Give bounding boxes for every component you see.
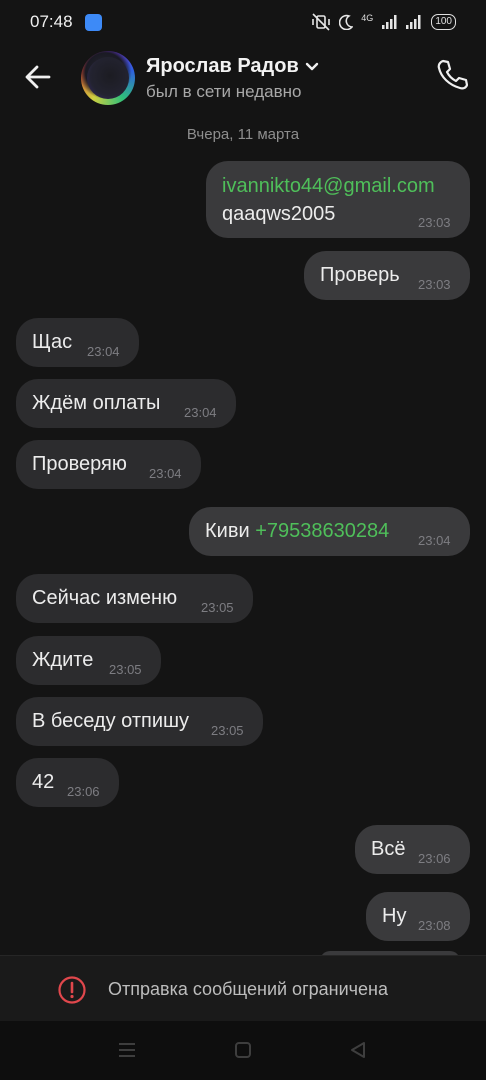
date-separator: Вчера, 11 марта bbox=[186, 126, 300, 143]
menu-icon[interactable] bbox=[117, 1040, 137, 1060]
message-time: 23:08 bbox=[418, 918, 451, 933]
message-time: 23:04 bbox=[418, 533, 451, 548]
message-time: 23:06 bbox=[67, 784, 100, 799]
message-text: Проверяю bbox=[32, 453, 127, 475]
back-arrow-icon[interactable] bbox=[22, 61, 54, 93]
chat-header: Ярослав Радов был в сети недавно bbox=[0, 46, 486, 116]
message-bubble-in[interactable]: 42 23:06 bbox=[16, 758, 119, 807]
status-icons: 4G 100 bbox=[311, 13, 456, 31]
messaging-restricted-bar: Отправка сообщений ограничена bbox=[0, 955, 486, 1022]
message-text: Ну bbox=[382, 905, 407, 927]
message-bubble-out[interactable]: Всё 23:06 bbox=[355, 825, 470, 874]
avatar-image bbox=[87, 57, 129, 99]
system-nav-bar bbox=[0, 1021, 486, 1080]
message-bubble-out[interactable]: Киви +79538630284 23:04 bbox=[189, 507, 470, 556]
message-bubble-in[interactable]: Проверяю 23:04 bbox=[16, 440, 201, 489]
message-text: Щас bbox=[32, 331, 73, 353]
message-time: 23:03 bbox=[418, 215, 451, 230]
message-time: 23:03 bbox=[418, 277, 451, 292]
message-text-prefix: Киви bbox=[205, 520, 256, 542]
vibrate-off-icon bbox=[312, 13, 331, 31]
signal-icon-2 bbox=[406, 15, 421, 29]
back-triangle-icon[interactable] bbox=[348, 1040, 368, 1060]
message-text: Сейчас изменю bbox=[32, 587, 178, 609]
message-text: Киви +79538630284 bbox=[205, 520, 389, 543]
message-time: 23:04 bbox=[87, 344, 120, 359]
message-text: В беседу отпишу bbox=[32, 710, 190, 732]
message-time: 23:05 bbox=[211, 723, 244, 738]
message-bubble-in[interactable]: Ждите 23:05 bbox=[16, 636, 161, 685]
avatar[interactable] bbox=[81, 51, 135, 105]
message-time: 23:04 bbox=[184, 405, 217, 420]
message-bubble-out[interactable]: Проверь 23:03 bbox=[304, 251, 470, 300]
message-time: 23:05 bbox=[109, 662, 142, 677]
message-text: Ждём оплаты bbox=[32, 392, 161, 414]
message-link[interactable]: ivannikto44@gmail.com bbox=[222, 175, 435, 198]
network-type: 4G bbox=[361, 13, 374, 23]
chevron-down-icon bbox=[305, 62, 318, 70]
message-time: 23:05 bbox=[201, 600, 234, 615]
message-time: 23:06 bbox=[418, 851, 451, 866]
warning-circle-icon bbox=[58, 976, 86, 1004]
message-bubble-in[interactable]: Ждём оплаты 23:04 bbox=[16, 379, 236, 428]
signal-icon bbox=[382, 15, 397, 29]
status-bar: 07:48 4G 100 bbox=[0, 0, 486, 46]
message-bubble-in[interactable]: Щас 23:04 bbox=[16, 318, 139, 367]
message-bubble-out[interactable]: ivannikto44@gmail.com qaaqws2005 23:03 bbox=[206, 161, 470, 238]
home-square-icon[interactable] bbox=[233, 1040, 253, 1060]
contact-name-button[interactable]: Ярослав Радов bbox=[146, 55, 319, 78]
do-not-disturb-moon-icon bbox=[339, 14, 354, 30]
message-text: 42 bbox=[32, 771, 55, 793]
contact-status: был в сети недавно bbox=[146, 82, 302, 101]
status-time: 07:48 bbox=[30, 12, 73, 31]
message-text: Проверь bbox=[320, 264, 400, 286]
message-bubble-in[interactable]: Сейчас изменю 23:05 bbox=[16, 574, 253, 623]
message-time: 23:04 bbox=[149, 466, 182, 481]
message-link[interactable]: +79538630284 bbox=[255, 520, 389, 542]
message-text: Всё bbox=[371, 838, 406, 860]
message-text: qaaqws2005 bbox=[222, 203, 336, 225]
message-bubble-out[interactable]: Ну 23:08 bbox=[366, 892, 470, 941]
message-text: Ждите bbox=[32, 649, 94, 671]
app-notification-icon bbox=[85, 14, 102, 31]
contact-name: Ярослав Радов bbox=[146, 55, 299, 77]
phone-icon[interactable] bbox=[434, 58, 468, 92]
restriction-notice: Отправка сообщений ограничена bbox=[108, 979, 388, 999]
message-bubble-in[interactable]: В беседу отпишу 23:05 bbox=[16, 697, 263, 746]
battery-icon: 100 bbox=[431, 14, 456, 30]
